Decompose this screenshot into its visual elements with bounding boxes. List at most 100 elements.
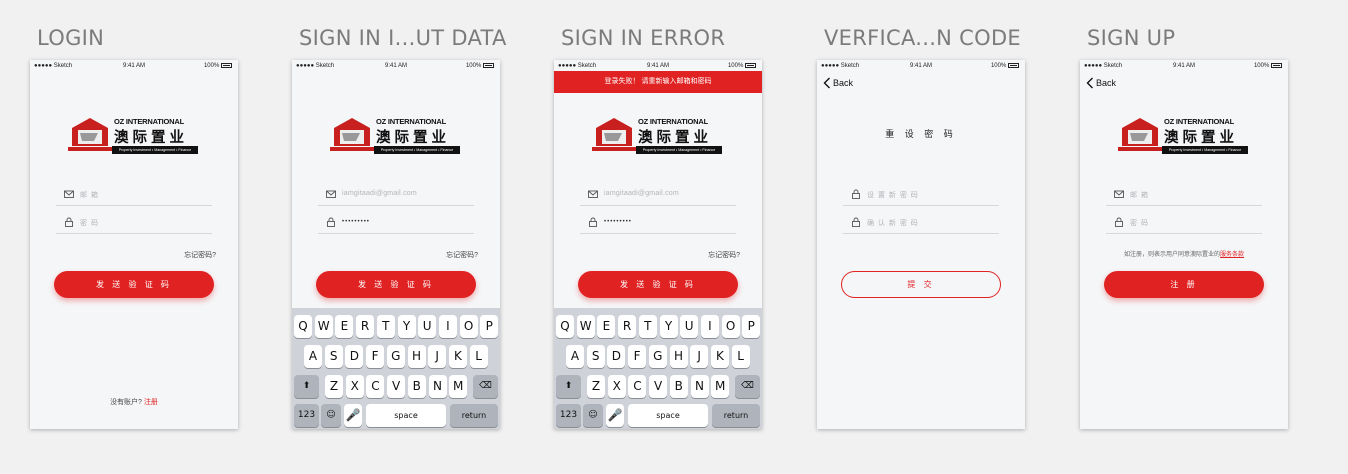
key-q[interactable]: Q (556, 315, 574, 338)
key-w[interactable]: W (314, 315, 333, 338)
key-f[interactable]: F (628, 345, 647, 368)
shift-key[interactable]: ⬆ (294, 375, 319, 398)
email-value: iamgitaadi@gmail.com (342, 190, 417, 197)
key-d[interactable]: D (345, 345, 364, 368)
battery-indicator: 100% (204, 63, 232, 69)
key-w[interactable]: W (576, 315, 595, 338)
key-j[interactable]: J (428, 345, 447, 368)
key-n[interactable]: N (428, 375, 447, 398)
email-field[interactable]: iamgitaadi@gmail.com (318, 184, 474, 206)
space-key[interactable]: space (628, 404, 708, 427)
battery-percent: 100% (727, 63, 744, 69)
key-g[interactable]: G (648, 345, 667, 368)
submit-button[interactable]: 提 交 (841, 271, 1001, 298)
back-button[interactable]: Back (1086, 77, 1116, 89)
return-key[interactable]: return (712, 404, 760, 427)
battery-percent: 100% (203, 63, 220, 69)
key-m[interactable]: M (449, 375, 468, 398)
key-k[interactable]: K (710, 345, 729, 368)
key-y[interactable]: Y (659, 315, 678, 338)
key-m[interactable]: M (711, 375, 730, 398)
key-s[interactable]: S (586, 345, 605, 368)
key-h[interactable]: H (407, 345, 426, 368)
key-s[interactable]: S (324, 345, 343, 368)
signup-link[interactable]: 注册 (144, 399, 158, 406)
key-i[interactable]: I (438, 315, 457, 338)
key-e[interactable]: E (597, 315, 616, 338)
key-a[interactable]: A (566, 345, 584, 368)
key-t[interactable]: T (638, 315, 657, 338)
artboard-verification: VERFICA...N CODE ●●●●● Sketch 9:41 AM 10… (817, 0, 1037, 474)
logo-english: OZ INTERNATIONAL (376, 117, 446, 126)
key-z[interactable]: Z (587, 375, 605, 398)
phone-screen: ●●●●● Sketch 9:41 AM 100% OZ INTERNATION… (30, 60, 238, 429)
confirm-password-field[interactable]: 确 认 新 密 码 (843, 212, 999, 234)
key-r[interactable]: R (356, 315, 375, 338)
back-button[interactable]: Back (823, 77, 853, 89)
key-c[interactable]: C (366, 375, 385, 398)
password-field[interactable]: ••••••••• (318, 212, 474, 234)
numbers-key[interactable]: 123 (556, 404, 581, 427)
shift-key[interactable]: ⬆ (556, 375, 581, 398)
key-d[interactable]: D (607, 345, 626, 368)
terms-link[interactable]: 服务条款 (1220, 252, 1244, 258)
key-n[interactable]: N (690, 375, 709, 398)
forgot-password-link[interactable]: 忘记密码? (708, 250, 740, 260)
forgot-password-link[interactable]: 忘记密码? (446, 250, 478, 260)
key-t[interactable]: T (376, 315, 395, 338)
house-logo-icon (330, 118, 374, 151)
send-code-button[interactable]: 发 送 验 证 码 (54, 271, 214, 298)
email-field[interactable]: 邮 箱 (56, 184, 212, 206)
key-y[interactable]: Y (397, 315, 416, 338)
key-u[interactable]: U (680, 315, 699, 338)
new-password-field[interactable]: 设 置 新 密 码 (843, 184, 999, 206)
password-field[interactable]: 密 码 (56, 212, 212, 234)
key-f[interactable]: F (366, 345, 385, 368)
key-q[interactable]: Q (294, 315, 312, 338)
emoji-key[interactable]: ☺ (583, 404, 603, 427)
key-x[interactable]: X (345, 375, 364, 398)
terms-notice: 如注册，则表示用户同意澳际置业的服务条款 (1080, 249, 1288, 258)
password-field[interactable]: 密 码 (1106, 212, 1262, 234)
key-u[interactable]: U (418, 315, 437, 338)
key-x[interactable]: X (607, 375, 626, 398)
key-p[interactable]: P (480, 315, 499, 338)
return-key[interactable]: return (450, 404, 498, 427)
key-p[interactable]: P (742, 315, 761, 338)
key-v[interactable]: V (387, 375, 406, 398)
forgot-password-link[interactable]: 忘记密码? (184, 250, 216, 260)
key-o[interactable]: O (721, 315, 740, 338)
mic-key[interactable]: 🎤 (344, 404, 362, 427)
numbers-key[interactable]: 123 (294, 404, 319, 427)
password-placeholder: 密 码 (1130, 220, 1149, 227)
key-e[interactable]: E (335, 315, 354, 338)
key-l[interactable]: L (469, 345, 488, 368)
register-button[interactable]: 注 册 (1104, 271, 1264, 298)
company-logo: OZ INTERNATIONAL 澳际置业 Property Investmen… (1118, 114, 1250, 156)
key-k[interactable]: K (448, 345, 467, 368)
key-i[interactable]: I (700, 315, 719, 338)
key-g[interactable]: G (386, 345, 405, 368)
key-l[interactable]: L (731, 345, 750, 368)
key-r[interactable]: R (618, 315, 637, 338)
key-j[interactable]: J (690, 345, 709, 368)
email-field[interactable]: iamgitaadi@gmail.com (580, 184, 736, 206)
key-z[interactable]: Z (325, 375, 343, 398)
key-h[interactable]: H (669, 345, 688, 368)
key-a[interactable]: A (304, 345, 322, 368)
password-field[interactable]: ••••••••• (580, 212, 736, 234)
send-code-button[interactable]: 发 送 验 证 码 (578, 271, 738, 298)
key-v[interactable]: V (649, 375, 668, 398)
email-field[interactable]: 邮 箱 (1106, 184, 1262, 206)
space-key[interactable]: space (366, 404, 446, 427)
key-c[interactable]: C (628, 375, 647, 398)
status-bar: ●●●●● Sketch 9:41 AM 100% (1080, 60, 1288, 71)
key-b[interactable]: B (407, 375, 426, 398)
key-b[interactable]: B (669, 375, 688, 398)
delete-key[interactable]: ⌫ (473, 375, 498, 398)
mic-key[interactable]: 🎤 (606, 404, 624, 427)
delete-key[interactable]: ⌫ (735, 375, 760, 398)
key-o[interactable]: O (459, 315, 478, 338)
send-code-button[interactable]: 发 送 验 证 码 (316, 271, 476, 298)
emoji-key[interactable]: ☺ (321, 404, 341, 427)
